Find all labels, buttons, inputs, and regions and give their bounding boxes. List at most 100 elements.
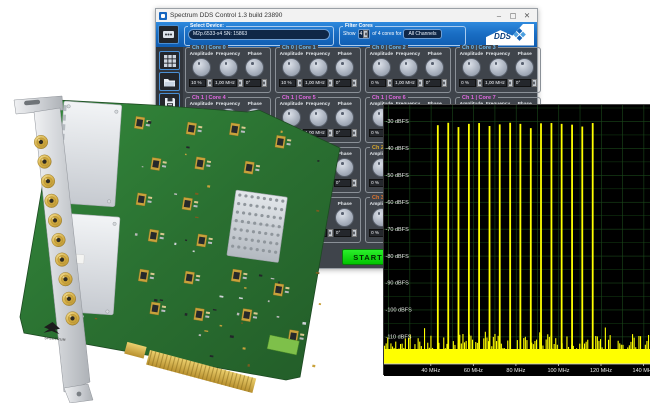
frequency-value[interactable]: 1,00 MHz: [393, 79, 417, 87]
floppy-icon: [164, 97, 176, 109]
phase-value[interactable]: 0°: [424, 79, 441, 87]
phase-spinner[interactable]: [262, 129, 267, 137]
amplitude-value[interactable]: 0 %: [189, 129, 206, 137]
amplitude-value-cell: 10 %: [188, 79, 213, 87]
frequency-value[interactable]: 1,00 MHz: [213, 79, 237, 87]
amplitude-value[interactable]: 0 %: [189, 229, 206, 237]
phase-value[interactable]: 0°: [334, 79, 351, 87]
amplitude-value[interactable]: 0 %: [459, 79, 476, 87]
amplitude-value[interactable]: 0 %: [369, 79, 386, 87]
close-button[interactable]: ✕: [520, 10, 534, 22]
frequency-knob[interactable]: [489, 58, 508, 77]
window-titlebar[interactable]: Spectrum DDS Control 1.3 build 23890 – ▢…: [156, 9, 537, 22]
amplitude-spinner[interactable]: [387, 79, 392, 87]
frequency-value[interactable]: 1,00 MHz: [213, 229, 237, 237]
amplitude-knob[interactable]: [282, 58, 301, 77]
device-panel-button[interactable]: [158, 25, 179, 44]
amplitude-knob[interactable]: [192, 208, 211, 227]
phase-value[interactable]: 0°: [244, 229, 261, 237]
amplitude-knob[interactable]: [462, 58, 481, 77]
phase-spinner[interactable]: [352, 79, 357, 87]
maximize-button[interactable]: ▢: [506, 10, 520, 22]
frequency-value[interactable]: 1,00 MHz: [303, 129, 327, 137]
frequency-knob[interactable]: [219, 158, 238, 177]
phase-knob[interactable]: [245, 158, 264, 177]
phase-value[interactable]: 0°: [244, 179, 261, 187]
phase-spinner[interactable]: [352, 179, 357, 187]
frequency-value[interactable]: 1,00 MHz: [303, 179, 327, 187]
frequency-value[interactable]: 1,00 MHz: [303, 229, 327, 237]
phase-spinner[interactable]: [532, 79, 537, 87]
phase-knob[interactable]: [335, 108, 354, 127]
phase-knob[interactable]: [245, 58, 264, 77]
phase-value[interactable]: 0°: [244, 129, 261, 137]
amplitude-spinner[interactable]: [207, 79, 212, 87]
frequency-value[interactable]: 1,00 MHz: [303, 79, 327, 87]
cores-count-spinner[interactable]: 4: [358, 29, 371, 39]
phase-knob[interactable]: [335, 158, 354, 177]
phase-spinner[interactable]: [442, 79, 447, 87]
minimize-button[interactable]: –: [492, 10, 506, 22]
amplitude-spinner[interactable]: [297, 129, 302, 137]
amplitude-value[interactable]: 10 %: [279, 79, 296, 87]
phase-spinner[interactable]: [352, 129, 357, 137]
amplitude-value[interactable]: 0 %: [279, 179, 296, 187]
frequency-knob[interactable]: [399, 58, 418, 77]
spinner-arrows[interactable]: [363, 30, 368, 38]
amplitude-spinner[interactable]: [207, 179, 212, 187]
amplitude-spinner[interactable]: [297, 229, 302, 237]
device-icon: [162, 28, 175, 41]
value-row: 0 % 1,00 MHz 0°: [278, 179, 358, 187]
frequency-knob[interactable]: [219, 58, 238, 77]
load-settings-button[interactable]: [159, 72, 180, 91]
phase-spinner[interactable]: [262, 79, 267, 87]
frequency-knob[interactable]: [309, 108, 328, 127]
knob-row: [188, 58, 268, 77]
amplitude-value[interactable]: 0 %: [279, 129, 296, 137]
phase-knob-cell: [241, 158, 268, 177]
phase-value[interactable]: 0°: [244, 79, 261, 87]
frequency-value[interactable]: 1,00 MHz: [213, 129, 237, 137]
phase-value[interactable]: 0°: [334, 229, 351, 237]
amplitude-value[interactable]: 0 %: [189, 179, 206, 187]
save-settings-button[interactable]: [159, 93, 180, 112]
frequency-knob[interactable]: [219, 208, 238, 227]
amplitude-value[interactable]: 10 %: [189, 79, 206, 87]
phase-knob[interactable]: [245, 208, 264, 227]
amplitude-knob[interactable]: [282, 158, 301, 177]
amplitude-knob[interactable]: [372, 58, 391, 77]
amplitude-knob[interactable]: [192, 108, 211, 127]
phase-spinner[interactable]: [262, 179, 267, 187]
phase-value[interactable]: 0°: [334, 179, 351, 187]
phase-knob[interactable]: [245, 108, 264, 127]
phase-knob[interactable]: [515, 58, 534, 77]
frequency-knob[interactable]: [309, 208, 328, 227]
phase-knob[interactable]: [335, 208, 354, 227]
amplitude-value[interactable]: 0 %: [279, 229, 296, 237]
phase-value[interactable]: 0°: [334, 129, 351, 137]
amplitude-knob[interactable]: [192, 158, 211, 177]
channel-filter-select[interactable]: All Channels: [403, 29, 441, 39]
amplitude-knob[interactable]: [282, 108, 301, 127]
phase-knob[interactable]: [335, 58, 354, 77]
spectrum-analyzer-display: -30 dBFS-40 dBFS-50 dBFS-60 dBFS-70 dBFS…: [383, 104, 650, 375]
frequency-value[interactable]: 1,00 MHz: [483, 79, 507, 87]
frequency-knob[interactable]: [309, 58, 328, 77]
device-select[interactable]: M2p.6533-x4 SN: 15863: [188, 29, 330, 40]
amplitude-knob[interactable]: [192, 58, 211, 77]
frequency-value[interactable]: 1,00 MHz: [213, 179, 237, 187]
amplitude-spinner[interactable]: [297, 79, 302, 87]
frequency-knob[interactable]: [309, 158, 328, 177]
amplitude-spinner[interactable]: [297, 179, 302, 187]
phase-spinner[interactable]: [262, 229, 267, 237]
phase-spinner[interactable]: [352, 229, 357, 237]
amplitude-spinner[interactable]: [207, 129, 212, 137]
phase-value[interactable]: 0°: [514, 79, 531, 87]
core-column-headers: AmplitudeFrequencyPhase: [278, 102, 358, 107]
phase-knob[interactable]: [425, 58, 444, 77]
frequency-knob[interactable]: [219, 108, 238, 127]
amplitude-spinner[interactable]: [207, 229, 212, 237]
amplitude-knob[interactable]: [282, 208, 301, 227]
amplitude-spinner[interactable]: [477, 79, 482, 87]
cores-grid-button[interactable]: [159, 51, 180, 70]
